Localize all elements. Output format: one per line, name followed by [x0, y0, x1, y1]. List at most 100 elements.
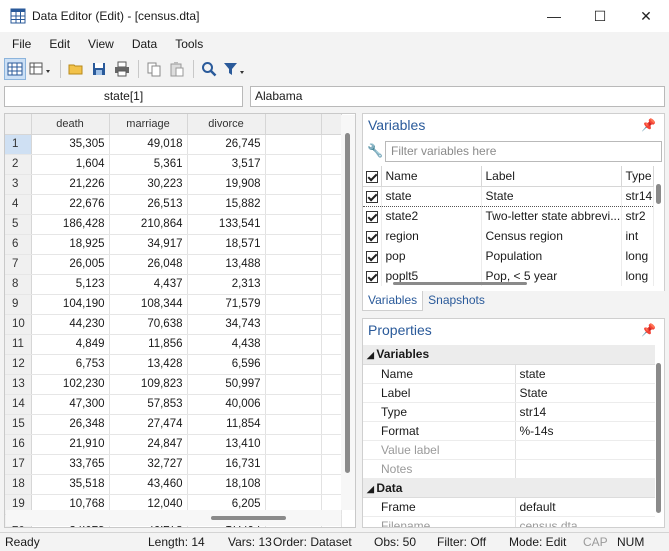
- grid-cell-empty[interactable]: [321, 414, 342, 435]
- grid-cell-marriage[interactable]: 57,853: [109, 394, 188, 415]
- table-row[interactable]: 17 33,765 32,727 16,731: [5, 454, 342, 475]
- grid-cell-marriage[interactable]: 108,344: [109, 294, 188, 315]
- grid-cell-death[interactable]: 18,925: [31, 234, 110, 255]
- filter-variables-input[interactable]: Filter variables here: [385, 141, 662, 162]
- grid-cell-marriage[interactable]: 30,223: [109, 174, 188, 195]
- grid-cell-empty[interactable]: [321, 374, 342, 395]
- grid-cell-death[interactable]: 5,123: [31, 274, 110, 295]
- row-number[interactable]: 3: [5, 174, 32, 195]
- property-value[interactable]: %-14s: [515, 421, 656, 441]
- grid-vertical-scroll-thumb[interactable]: [345, 133, 350, 473]
- grid-cell-empty[interactable]: [321, 354, 342, 375]
- menu-edit[interactable]: Edit: [43, 37, 76, 51]
- table-row[interactable]: 18 35,518 43,460 18,108: [5, 474, 342, 495]
- grid-cell-empty[interactable]: [321, 154, 342, 175]
- menu-view[interactable]: View: [82, 37, 120, 51]
- grid-cell-death[interactable]: 33,765: [31, 454, 110, 475]
- grid-cell-death[interactable]: 35,518: [31, 474, 110, 495]
- row-header-corner[interactable]: [5, 114, 32, 135]
- table-row[interactable]: 10 44,230 70,638 34,743: [5, 314, 342, 335]
- row-number[interactable]: 11: [5, 334, 32, 355]
- column-header-empty[interactable]: [321, 114, 342, 135]
- grid-cell-divorce[interactable]: 18,571: [187, 234, 266, 255]
- grid-cell-death[interactable]: 186,428: [31, 214, 110, 235]
- table-row[interactable]: 16 21,910 24,847 13,410: [5, 434, 342, 455]
- data-editor-grid-button[interactable]: [4, 58, 26, 80]
- paste-button[interactable]: [166, 58, 188, 80]
- grid-cell-death[interactable]: 1,604: [31, 154, 110, 175]
- print-button[interactable]: [111, 58, 133, 80]
- table-row[interactable]: 15 26,348 27,474 11,854: [5, 414, 342, 435]
- column-header-death[interactable]: death: [31, 114, 110, 135]
- property-row[interactable]: Frame default: [363, 497, 656, 517]
- menu-data[interactable]: Data: [126, 37, 163, 51]
- grid-cell-death[interactable]: 26,348: [31, 414, 110, 435]
- row-number[interactable]: 6: [5, 234, 32, 255]
- grid-cell-death[interactable]: 47,300: [31, 394, 110, 415]
- property-value[interactable]: State: [515, 383, 656, 403]
- grid-cell-empty[interactable]: [265, 174, 322, 195]
- table-row[interactable]: 7 26,005 26,048 13,488: [5, 254, 342, 275]
- grid-cell-marriage[interactable]: 4,437: [109, 274, 188, 295]
- grid-cell-marriage[interactable]: 26,513: [109, 194, 188, 215]
- variable-row[interactable]: state2 Two-letter state abbrevi... str2: [363, 206, 654, 226]
- properties-group-variables[interactable]: ◢ Variables: [363, 345, 656, 365]
- table-row[interactable]: 6 18,925 34,917 18,571: [5, 234, 342, 255]
- grid-cell-death[interactable]: 4,849: [31, 334, 110, 355]
- grid-cell-marriage[interactable]: 13,428: [109, 354, 188, 375]
- grid-horizontal-scrollbar[interactable]: [6, 510, 341, 526]
- grid-cell-empty[interactable]: [265, 454, 322, 475]
- row-number[interactable]: 13: [5, 374, 32, 395]
- column-header-marriage[interactable]: marriage: [109, 114, 188, 135]
- grid-cell-death[interactable]: 35,305: [31, 134, 110, 155]
- grid-cell-divorce[interactable]: 133,541: [187, 214, 266, 235]
- grid-cell-divorce[interactable]: 13,488: [187, 254, 266, 275]
- column-header-empty[interactable]: [265, 114, 322, 135]
- grid-cell-empty[interactable]: [265, 214, 322, 235]
- grid-cell-divorce[interactable]: 71,579: [187, 294, 266, 315]
- row-number[interactable]: 14: [5, 394, 32, 415]
- filter-button[interactable]: [221, 58, 249, 80]
- grid-cell-empty[interactable]: [265, 254, 322, 275]
- grid-cell-empty[interactable]: [265, 314, 322, 335]
- property-value[interactable]: str14: [515, 402, 656, 422]
- property-row[interactable]: Format %-14s: [363, 421, 656, 441]
- data-grid[interactable]: death marriage divorce 1 35,305 49,018 26,7…: [4, 113, 356, 528]
- property-row[interactable]: Filename census.dta: [363, 516, 656, 527]
- grid-cell-empty[interactable]: [265, 374, 322, 395]
- grid-cell-divorce[interactable]: 26,745: [187, 134, 266, 155]
- grid-cell-divorce[interactable]: 4,438: [187, 334, 266, 355]
- grid-vertical-scrollbar[interactable]: [341, 115, 355, 510]
- grid-cell-empty[interactable]: [265, 234, 322, 255]
- grid-cell-empty[interactable]: [265, 394, 322, 415]
- grid-cell-marriage[interactable]: 24,847: [109, 434, 188, 455]
- table-row[interactable]: 2 1,604 5,361 3,517: [5, 154, 342, 175]
- variable-row[interactable]: region Census region int: [363, 226, 654, 246]
- collapse-arrow-icon[interactable]: ◢: [367, 484, 376, 494]
- grid-cell-divorce[interactable]: 2,313: [187, 274, 266, 295]
- tab-variables[interactable]: Variables: [362, 291, 424, 311]
- row-number[interactable]: 16: [5, 434, 32, 455]
- table-row[interactable]: 13 102,230 109,823 50,997: [5, 374, 342, 395]
- table-row[interactable]: 5 186,428 210,864 133,541: [5, 214, 342, 235]
- grid-cell-empty[interactable]: [321, 134, 342, 155]
- grid-cell-empty[interactable]: [265, 274, 322, 295]
- table-row[interactable]: 9 104,190 108,344 71,579: [5, 294, 342, 315]
- row-number[interactable]: 17: [5, 454, 32, 475]
- pin-icon[interactable]: 📌: [641, 118, 656, 132]
- table-row[interactable]: 4 22,676 26,513 15,882: [5, 194, 342, 215]
- grid-cell-death[interactable]: 102,230: [31, 374, 110, 395]
- grid-cell-marriage[interactable]: 43,460: [109, 474, 188, 495]
- grid-cell-empty[interactable]: [321, 214, 342, 235]
- grid-cell-empty[interactable]: [321, 194, 342, 215]
- variable-visible-checkbox[interactable]: [363, 185, 382, 207]
- table-row[interactable]: 1 35,305 49,018 26,745: [5, 134, 342, 155]
- row-number[interactable]: 5: [5, 214, 32, 235]
- grid-cell-marriage[interactable]: 5,361: [109, 154, 188, 175]
- variable-visible-checkbox[interactable]: [363, 266, 382, 286]
- grid-cell-empty[interactable]: [321, 454, 342, 475]
- property-value[interactable]: census.dta: [515, 516, 656, 527]
- variable-visible-checkbox[interactable]: [363, 226, 382, 246]
- grid-cell-death[interactable]: 104,190: [31, 294, 110, 315]
- variable-visible-checkbox[interactable]: [363, 206, 382, 226]
